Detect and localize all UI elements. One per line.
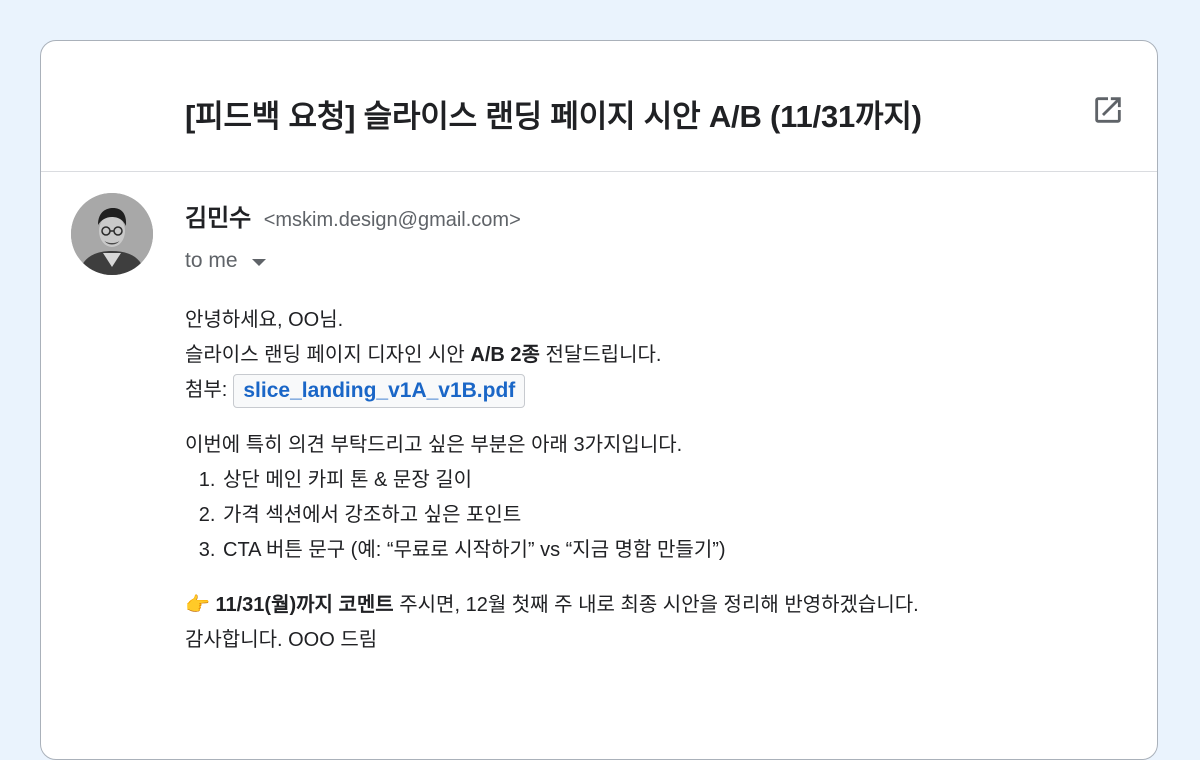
intro-suffix: 전달드립니다. (539, 344, 662, 366)
recipient-details-toggle[interactable]: to me (185, 249, 266, 273)
email-header: [피드백 요청] 슬라이스 랜딩 페이지 시안 A/B (11/31까지) (41, 41, 1157, 172)
intro-line: 슬라이스 랜딩 페이지 디자인 시안 A/B 2종 전달드립니다. (185, 338, 1125, 373)
email-body: 안녕하세요, OO님. 슬라이스 랜딩 페이지 디자인 시안 A/B 2종 전달… (185, 303, 1125, 658)
sender-email: <mskim.design@gmail.com> (263, 209, 521, 231)
deadline-suffix: 주시면, 12월 첫째 주 내로 최종 시안을 정리해 반영하겠습니다. (393, 594, 919, 616)
list-item: CTA 버튼 문구 (예: “무료로 시작하기” vs “지금 명함 만들기”) (221, 533, 1125, 568)
avatar[interactable] (71, 193, 153, 275)
attachment-label: 첨부: (185, 379, 228, 401)
feedback-list: 상단 메인 카피 톤 & 문장 길이 가격 섹션에서 강조하고 싶은 포인트 C… (185, 463, 1125, 568)
intro-prefix: 슬라이스 랜딩 페이지 디자인 시안 (185, 344, 471, 366)
attachment-link[interactable]: slice_landing_v1A_v1B.pdf (233, 373, 526, 408)
email-card: [피드백 요청] 슬라이스 랜딩 페이지 시안 A/B (11/31까지) 김민… (40, 40, 1158, 760)
pointing-hand-icon: 👉 (185, 594, 210, 616)
deadline-bold: 11/31(월)까지 코멘트 (215, 594, 394, 616)
intro-bold: A/B 2종 (470, 344, 540, 366)
request-line: 이번에 특히 의견 부탁드리고 싶은 부분은 아래 3가지입니다. (185, 434, 683, 456)
caret-down-icon[interactable] (251, 258, 266, 266)
open-in-new-icon[interactable] (1091, 93, 1125, 127)
recipient-label: to me (185, 249, 238, 272)
sender-name[interactable]: 김민수 (185, 205, 251, 232)
sender-line: 김민수 <mskim.design@gmail.com> (185, 198, 521, 233)
deadline-line: 👉 11/31(월)까지 코멘트 주시면, 12월 첫째 주 내로 최종 시안을… (185, 588, 1125, 623)
attachment-line: 첨부: slice_landing_v1A_v1B.pdf (185, 373, 1125, 408)
email-subject: [피드백 요청] 슬라이스 랜딩 페이지 시안 A/B (11/31까지) (185, 99, 922, 134)
list-item: 상단 메인 카피 톤 & 문장 길이 (221, 463, 1125, 498)
list-item: 가격 섹션에서 강조하고 싶은 포인트 (221, 498, 1125, 533)
closing: 감사합니다. OOO 드림 (185, 629, 378, 651)
greeting: 안녕하세요, OO님. (185, 309, 344, 331)
